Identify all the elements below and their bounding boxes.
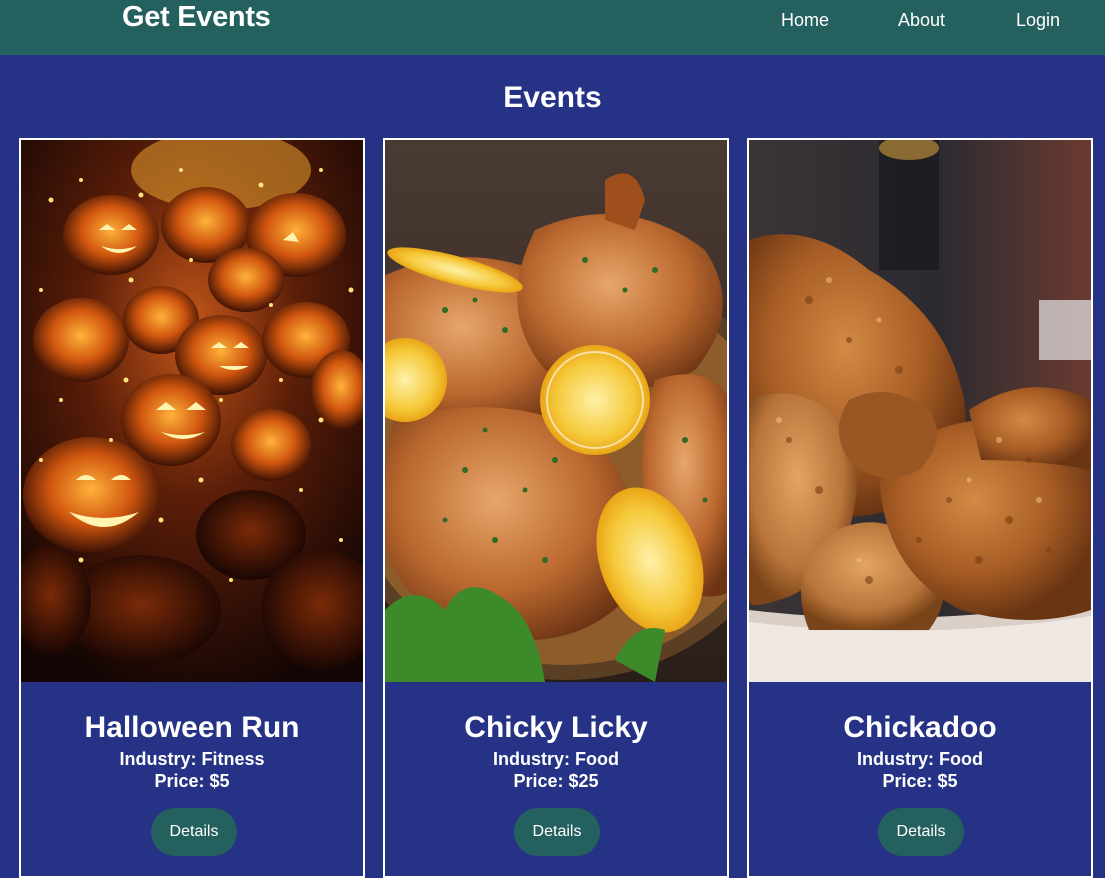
event-title: Chicky Licky [464,711,648,744]
event-card: Chicky Licky Industry: Food Price: $25 D… [383,138,729,878]
event-price: Price: $25 [513,771,599,791]
event-card: Halloween Run Industry: Fitness Price: $… [19,138,365,878]
event-image-lemon-chicken [385,140,727,682]
event-title: Halloween Run [84,711,300,744]
brand-logo[interactable]: Get Events [122,0,271,34]
event-industry: Industry: Fitness [119,749,265,769]
event-title: Chickadoo [843,711,997,744]
nav-about-link[interactable]: About [898,9,945,31]
page-title: Events [503,81,602,114]
details-button[interactable]: Details [151,808,237,856]
navbar: Get Events Home About Login [0,0,1105,55]
event-industry: Industry: Food [493,749,619,769]
event-image-fried-chicken [749,140,1091,682]
nav-home-link[interactable]: Home [781,9,829,31]
event-price: Price: $5 [154,771,230,791]
details-button[interactable]: Details [878,808,964,856]
event-price: Price: $5 [882,771,958,791]
event-card: Chickadoo Industry: Food Price: $5 Detai… [747,138,1093,878]
event-industry: Industry: Food [857,749,983,769]
details-button[interactable]: Details [514,808,600,856]
event-image-halloween [21,140,363,682]
nav-login-link[interactable]: Login [1016,9,1060,31]
